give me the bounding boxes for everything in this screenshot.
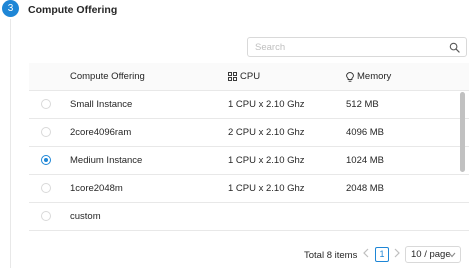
column-header-name: Compute Offering (70, 71, 145, 82)
search-icon[interactable] (449, 42, 460, 53)
offering-memory: 2048 MB (346, 183, 385, 194)
offering-cpu: 1 CPU x 2.10 Ghz (228, 155, 305, 166)
offering-memory: 512 MB (346, 99, 379, 110)
search-box[interactable] (247, 37, 467, 57)
column-header-cpu: CPU (228, 71, 260, 82)
compute-offering-table: Compute Offering CPU Memory Small Instan… (29, 63, 469, 231)
cpu-grid-icon (228, 72, 237, 81)
table-row[interactable]: 1core2048m 1 CPU x 2.10 Ghz 2048 MB (29, 175, 469, 203)
chevron-left-icon[interactable] (363, 248, 369, 258)
pagination-total: Total 8 items (304, 250, 358, 261)
pagination-page-1[interactable]: 1 (375, 247, 389, 262)
chevron-right-icon[interactable] (394, 248, 400, 258)
step-number-badge: 3 (2, 0, 19, 17)
table-row[interactable]: custom (29, 203, 469, 231)
search-input[interactable] (255, 40, 440, 54)
offering-name: custom (70, 211, 101, 222)
table-row[interactable]: Medium Instance 1 CPU x 2.10 Ghz 1024 MB (29, 147, 469, 175)
offering-name: 2core4096ram (70, 127, 132, 138)
table-scrollbar-thumb[interactable] (460, 92, 465, 172)
offering-memory: 4096 MB (346, 127, 385, 138)
bulb-icon (346, 71, 354, 82)
step-title: Compute Offering (28, 4, 118, 16)
row-radio[interactable] (41, 183, 51, 193)
offering-name: Medium Instance (70, 155, 143, 166)
column-header-cpu-label: CPU (240, 71, 261, 82)
column-header-memory-label: Memory (357, 71, 392, 82)
table-row[interactable]: 2core4096ram 2 CPU x 2.10 Ghz 4096 MB (29, 119, 469, 147)
table-row[interactable]: Small Instance 1 CPU x 2.10 Ghz 512 MB (29, 91, 469, 119)
row-radio[interactable] (41, 99, 51, 109)
page-size-select[interactable]: 10 / page (405, 246, 461, 263)
chevron-down-icon (448, 252, 456, 258)
row-radio[interactable] (41, 155, 51, 165)
offering-name: Small Instance (70, 99, 133, 110)
offering-memory: 1024 MB (346, 155, 385, 166)
offering-name: 1core2048m (70, 183, 123, 194)
row-radio[interactable] (41, 127, 51, 137)
step-connector-line (10, 19, 11, 268)
compute-offering-step: 3 Compute Offering Compute Offering CPU (0, 0, 474, 268)
row-radio[interactable] (41, 211, 51, 221)
offering-cpu: 1 CPU x 2.10 Ghz (228, 99, 305, 110)
page-size-value: 10 / page (411, 249, 451, 260)
column-header-memory: Memory (346, 71, 391, 82)
table-header: Compute Offering CPU Memory (29, 63, 469, 91)
offering-cpu: 1 CPU x 2.10 Ghz (228, 183, 305, 194)
offering-cpu: 2 CPU x 2.10 Ghz (228, 127, 305, 138)
